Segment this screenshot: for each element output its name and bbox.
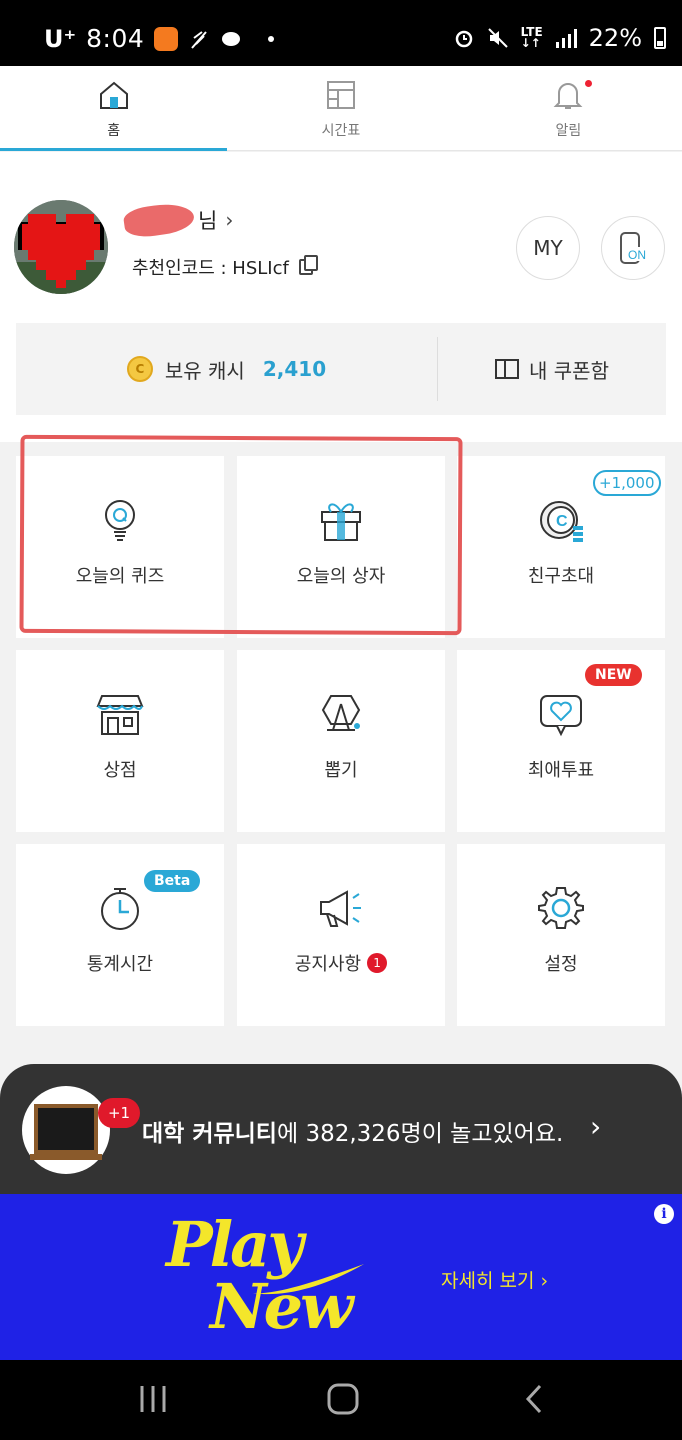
menu-label: 공지사항	[294, 954, 362, 975]
avatar[interactable]	[14, 200, 108, 294]
menu-tile-stats[interactable]: Beta 통계시간	[16, 844, 224, 1026]
menu-label: 친구초대	[527, 566, 595, 587]
beta-badge: Beta	[144, 870, 201, 892]
svg-text:C: C	[556, 513, 568, 530]
home-icon	[99, 81, 128, 109]
redacted-username	[122, 200, 196, 240]
menu-label: 설정	[544, 954, 578, 975]
heart-chat-icon	[540, 695, 582, 737]
menu-tile-draw[interactable]: 뽑기	[237, 650, 445, 832]
community-message: 대학 커뮤니티에 382,326명이 놀고있어요.	[142, 1114, 563, 1148]
phone-on-icon: ON	[620, 232, 648, 264]
claw-machine-icon	[321, 695, 361, 731]
tab-alerts-label: 알림	[555, 123, 582, 139]
megaphone-icon	[320, 890, 361, 927]
community-name: 대학 커뮤니티	[142, 1121, 277, 1147]
community-count-text: 에 382,326명이 놀고있어요.	[276, 1121, 564, 1147]
battery-icon	[654, 27, 666, 49]
menu-label: 최애투표	[527, 760, 595, 781]
menu-tile-invite[interactable]: +1,000 C 친구초대	[457, 456, 665, 638]
reward-badge: +1,000	[593, 470, 661, 496]
on-label: ON	[628, 248, 646, 262]
battery-percent: 22%	[588, 24, 642, 52]
copy-icon[interactable]	[298, 255, 318, 275]
carrier-label: U⁺	[44, 24, 77, 53]
tab-timetable[interactable]: 시간표	[227, 66, 454, 150]
referral-code: 추천인코드 : HSLIcf	[132, 258, 289, 279]
store-icon	[96, 695, 144, 735]
menu-label: 상점	[103, 760, 137, 781]
menu-label-row: 공지사항 1	[294, 950, 388, 976]
new-count-badge: +1	[98, 1098, 140, 1128]
alarm-icon	[455, 30, 472, 48]
online-toggle-button[interactable]: ON	[601, 216, 665, 280]
mute-icon	[487, 28, 508, 48]
cash-label: 보유 캐시	[164, 358, 245, 383]
chevron-right-icon: ›	[590, 1110, 602, 1143]
referral-code-row: 추천인코드 : HSLIcf	[132, 254, 318, 280]
signal-icon	[555, 29, 577, 48]
chalkboard-icon	[30, 1104, 102, 1160]
unread-count-badge: 1	[367, 953, 388, 973]
menu-tile-settings[interactable]: 설정	[457, 844, 665, 1026]
mi-app-icon	[154, 26, 179, 51]
my-button[interactable]: MY	[516, 216, 580, 280]
coupon-label: 내 쿠폰함	[529, 358, 609, 383]
menu-tile-vote[interactable]: NEW 최애투표	[457, 650, 665, 832]
feather-icon	[191, 30, 208, 49]
status-bar: U⁺ 8:04 LTE ↓↑ 22%	[0, 0, 682, 66]
chevron-right-icon: ›	[225, 208, 234, 232]
tab-home[interactable]: 홈	[0, 66, 228, 151]
clock: 8:04	[86, 24, 145, 53]
coin-icon: C	[126, 356, 153, 382]
home-button-icon[interactable]	[326, 1382, 360, 1416]
cash-balance-button[interactable]: C 보유 캐시 2,410	[16, 323, 437, 415]
gear-icon	[538, 887, 584, 929]
username-row[interactable]: 님 ›	[122, 200, 234, 240]
timetable-icon	[326, 81, 355, 109]
menu-label: 통계시간	[86, 954, 154, 975]
my-button-label: MY	[533, 236, 563, 260]
play-new-logo: Play New	[166, 1208, 366, 1348]
community-banner[interactable]: +1 대학 커뮤니티에 382,326명이 놀고있어요. ›	[0, 1064, 682, 1194]
stopwatch-icon	[101, 888, 139, 930]
coupon-book-icon	[495, 359, 520, 379]
unread-dot	[584, 80, 592, 87]
coupon-box-button[interactable]: 내 쿠폰함	[438, 323, 666, 415]
ad-banner[interactable]: Play New 자세히 보기 › i	[0, 1194, 682, 1360]
system-nav-bar	[0, 1360, 682, 1440]
menu-label: 뽑기	[324, 760, 358, 781]
username-suffix: 님	[198, 209, 218, 233]
cash-panel: C 보유 캐시 2,410 내 쿠폰함	[16, 323, 666, 415]
tab-home-label: 홈	[107, 123, 121, 139]
coin-stack-icon: C	[540, 501, 583, 542]
tab-timetable-label: 시간표	[321, 123, 361, 139]
app-screen: 홈 시간표 알림 님 › 추천인코드: HSLIcf MY ON C 보유 캐…	[0, 66, 682, 1360]
cash-value: 2,410	[262, 357, 327, 381]
top-tab-bar: 홈 시간표 알림	[0, 66, 682, 151]
swoosh-icon	[251, 1264, 364, 1295]
pixel-heart-avatar-icon	[14, 200, 108, 294]
back-icon[interactable]	[522, 1382, 546, 1416]
tab-alerts[interactable]: 알림	[455, 66, 682, 150]
menu-tile-notice[interactable]: 공지사항 1	[237, 844, 445, 1026]
community-avatar: +1	[22, 1086, 140, 1174]
ad-info-icon[interactable]: i	[654, 1204, 674, 1224]
menu-tile-store[interactable]: 상점	[16, 650, 224, 832]
bell-icon	[553, 83, 583, 109]
lte-icon: LTE ↓↑	[520, 25, 543, 50]
chat-bubble-icon	[222, 31, 241, 46]
profile-section: 님 › 추천인코드 : HSLIcf MY ON C 보유 캐시 2,410 내…	[0, 152, 682, 442]
new-badge: NEW	[585, 664, 642, 686]
recent-apps-icon[interactable]	[138, 1382, 168, 1416]
ad-details-link[interactable]: 자세히 보기 ›	[441, 1266, 548, 1293]
more-notifications-dot	[268, 35, 275, 42]
highlight-annotation	[19, 434, 463, 636]
